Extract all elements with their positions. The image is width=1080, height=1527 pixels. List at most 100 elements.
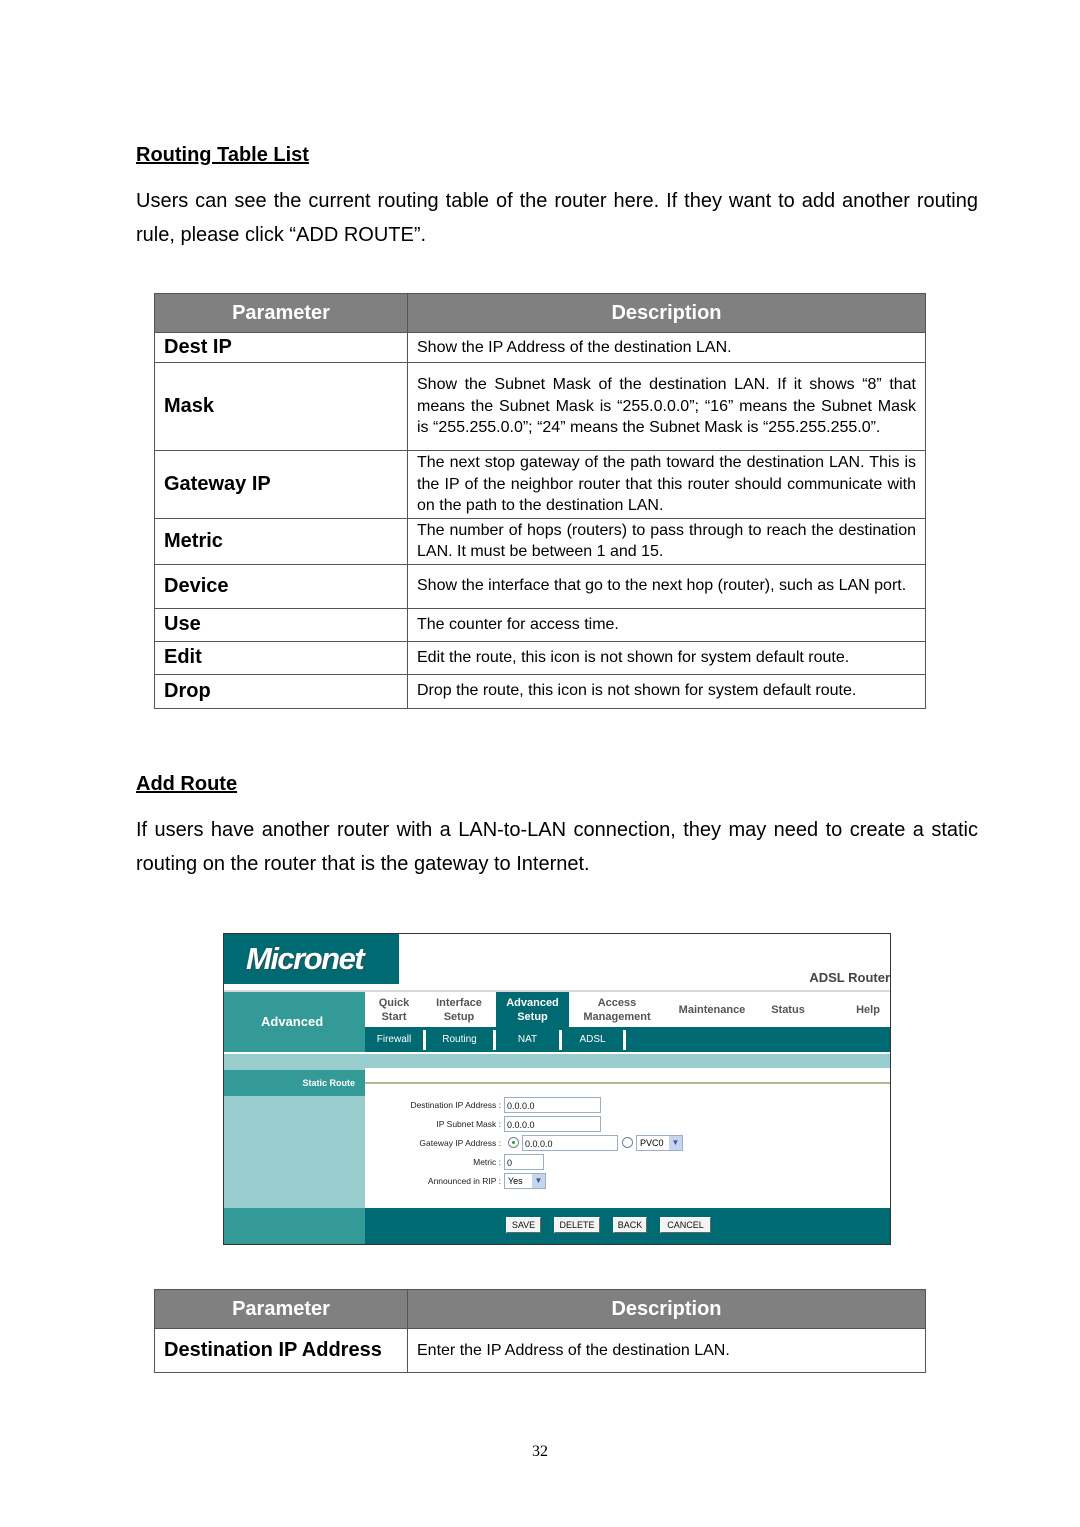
header-description: Description — [407, 1289, 926, 1329]
back-button[interactable]: BACK — [613, 1217, 647, 1233]
routing-table-parameter-table: Parameter Description Dest IP Show the I… — [154, 293, 926, 709]
destination-ip-label: Destination IP Address : — [410, 1100, 501, 1110]
section-title-routing-table-list: Routing Table List — [136, 144, 309, 166]
table-row: Drop Drop the route, this icon is not sh… — [154, 673, 926, 709]
table-row: Dest IP Show the IP Address of the desti… — [154, 332, 926, 363]
tab-label: Start — [381, 1010, 407, 1023]
table-row: Gateway IP The next stop gateway of the … — [154, 450, 926, 519]
chevron-down-icon: ▼ — [669, 1136, 682, 1150]
param-description: The next stop gateway of the path toward… — [407, 450, 926, 519]
separator-band — [224, 1054, 890, 1068]
section-title-add-route: Add Route — [136, 773, 238, 795]
tab-label: Maintenance — [678, 1003, 746, 1016]
table-header-row: Parameter Description — [154, 293, 926, 333]
subnet-mask-input[interactable]: 0.0.0.0 — [504, 1116, 601, 1132]
tab-label: Access — [597, 996, 637, 1009]
router-header: Micronet ADSL Router — [224, 934, 890, 992]
table-row: Mask Show the Subnet Mask of the destina… — [154, 362, 926, 451]
tab-label: Advanced — [506, 996, 559, 1009]
param-name: Device — [154, 563, 408, 609]
main-nav: Quick Start Interface Setup Advanced Setup … — [365, 992, 890, 1027]
tab-help[interactable]: Help — [843, 992, 890, 1027]
table-row: Metric The number of hops (routers) to p… — [154, 517, 926, 565]
form-footer: SAVE DELETE BACK CANCEL — [365, 1208, 890, 1244]
table-row: Device Show the interface that go to the… — [154, 563, 926, 609]
routing-table-intro-paragraph: Users can see the current routing table … — [136, 190, 978, 246]
micronet-logo: Micronet — [224, 934, 399, 984]
tab-status[interactable]: Status — [761, 992, 815, 1027]
param-description: Show the Subnet Mask of the destination … — [407, 362, 926, 451]
gateway-ip-radio[interactable] — [508, 1137, 519, 1148]
param-description: The number of hops (routers) to pass thr… — [407, 517, 926, 565]
tab-label: Interface — [436, 996, 482, 1009]
metric-input[interactable]: 0 — [504, 1154, 544, 1170]
param-name: Edit — [154, 640, 408, 675]
form-row-subnet-mask: IP Subnet Mask : 0.0.0.0 — [365, 1116, 890, 1134]
table-row: Use The counter for access time. — [154, 607, 926, 642]
form-row-gateway-ip: Gateway IP Address : 0.0.0.0 PVC0 ▼ — [365, 1135, 890, 1153]
announced-rip-label: Announced in RIP : — [427, 1176, 501, 1186]
tab-quick-start[interactable]: Quick Start — [365, 992, 423, 1027]
tab-label: Setup — [443, 1010, 475, 1023]
param-description: Drop the route, this icon is not shown f… — [407, 673, 926, 709]
gateway-ip-label: Gateway IP Address : — [419, 1138, 501, 1148]
tab-maintenance[interactable]: Maintenance — [667, 992, 757, 1027]
product-name: ADSL Router — [809, 970, 890, 985]
tab-label: Management — [583, 1010, 651, 1023]
tab-advanced-setup[interactable]: Advanced Setup — [496, 992, 569, 1027]
tab-label: Setup — [517, 1010, 548, 1023]
cancel-button[interactable]: CANCEL — [660, 1217, 711, 1233]
divider — [365, 1082, 890, 1084]
subtab-routing[interactable]: Routing — [426, 1030, 496, 1050]
subnet-mask-label: IP Subnet Mask : — [436, 1119, 501, 1129]
interface-select[interactable]: PVC0 ▼ — [636, 1135, 683, 1151]
param-name: Drop — [154, 673, 408, 709]
add-route-parameter-table: Parameter Description Destination IP Add… — [154, 1289, 926, 1373]
interface-select-value: PVC0 — [640, 1138, 664, 1148]
table-row: Edit Edit the route, this icon is not sh… — [154, 640, 926, 675]
page-number: 32 — [532, 1443, 548, 1460]
footer-left-block — [224, 1208, 365, 1244]
param-description: Enter the IP Address of the destination … — [407, 1328, 926, 1373]
interface-radio[interactable] — [622, 1137, 633, 1148]
save-button[interactable]: SAVE — [506, 1217, 541, 1233]
param-name: Use — [154, 607, 408, 642]
nav-section-title: Advanced — [224, 992, 365, 1052]
param-description: The counter for access time. — [407, 607, 926, 642]
tab-label: Status — [771, 1003, 805, 1016]
param-name: Destination IP Address — [154, 1328, 408, 1373]
chevron-down-icon: ▼ — [532, 1174, 545, 1188]
sub-nav: Firewall Routing NAT ADSL — [365, 1027, 890, 1052]
form-row-announced-rip: Announced in RIP : Yes ▼ — [365, 1173, 890, 1191]
tab-access-management[interactable]: Access Management — [569, 992, 665, 1027]
param-description: Show the IP Address of the destination L… — [407, 332, 926, 363]
tab-label: Help — [856, 1003, 880, 1016]
param-name: Mask — [154, 362, 408, 451]
tab-interface-setup[interactable]: Interface Setup — [423, 992, 495, 1027]
table-header-row: Parameter Description — [154, 1289, 926, 1329]
header-parameter: Parameter — [154, 1289, 408, 1329]
param-description: Edit the route, this icon is not shown f… — [407, 640, 926, 675]
param-name: Metric — [154, 517, 408, 565]
param-name: Gateway IP — [154, 450, 408, 519]
header-parameter: Parameter — [154, 293, 408, 333]
subtab-firewall[interactable]: Firewall — [365, 1030, 426, 1050]
header-description: Description — [407, 293, 926, 333]
announced-rip-value: Yes — [508, 1176, 523, 1186]
delete-button[interactable]: DELETE — [554, 1217, 600, 1233]
section-label-static-route: Static Route — [224, 1070, 365, 1096]
destination-ip-input[interactable]: 0.0.0.0 — [504, 1097, 601, 1113]
metric-label: Metric : — [473, 1157, 501, 1167]
table-row: Destination IP Address Enter the IP Addr… — [154, 1328, 926, 1373]
form-row-destination-ip: Destination IP Address : 0.0.0.0 — [365, 1097, 890, 1115]
gateway-ip-input[interactable]: 0.0.0.0 — [522, 1135, 618, 1151]
form-row-metric: Metric : 0 — [365, 1154, 890, 1172]
router-admin-screenshot: Micronet ADSL Router Advanced Quick Start… — [223, 933, 891, 1245]
add-route-intro-paragraph: If users have another router with a LAN-… — [136, 819, 978, 875]
tab-label: Quick — [378, 996, 410, 1009]
param-name: Dest IP — [154, 332, 408, 363]
subtab-adsl[interactable]: ADSL — [562, 1030, 626, 1050]
subtab-nat[interactable]: NAT — [496, 1030, 562, 1050]
param-description: Show the interface that go to the next h… — [407, 563, 926, 609]
announced-rip-select[interactable]: Yes ▼ — [504, 1173, 546, 1189]
